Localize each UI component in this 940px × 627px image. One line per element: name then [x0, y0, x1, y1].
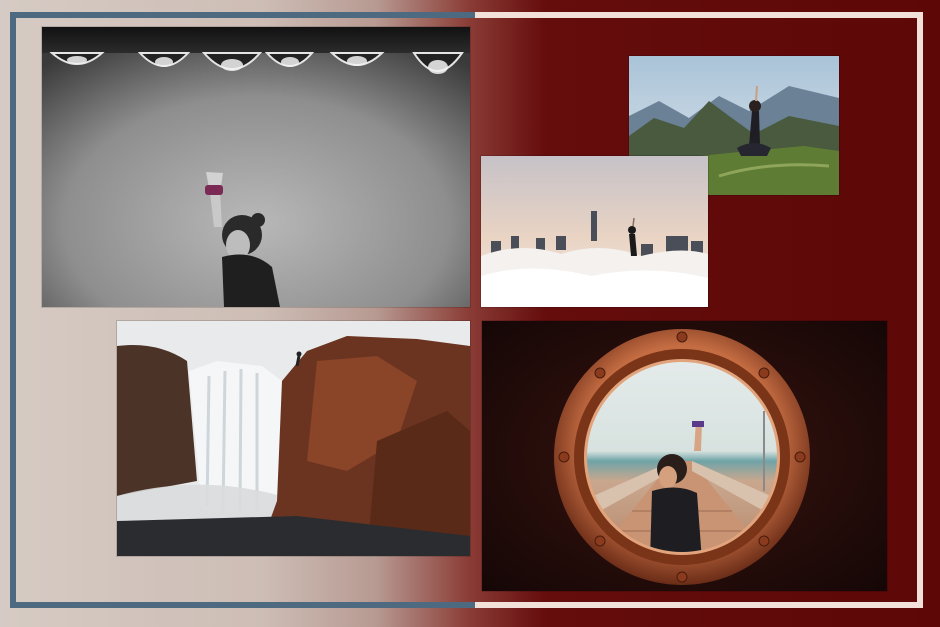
frame-top-left	[10, 12, 475, 18]
frame-top-right	[475, 12, 923, 18]
collage-canvas	[0, 0, 940, 627]
photo-porthole-pier	[482, 321, 887, 591]
frame-left	[10, 12, 16, 608]
frame-bottom-right	[475, 602, 923, 608]
frame-bottom-left	[10, 602, 475, 608]
photo-city-clouds	[481, 156, 708, 307]
photo-waterfall-cliff	[117, 321, 470, 556]
photo-grayscale-gutter	[42, 27, 470, 307]
frame-right	[917, 12, 923, 608]
